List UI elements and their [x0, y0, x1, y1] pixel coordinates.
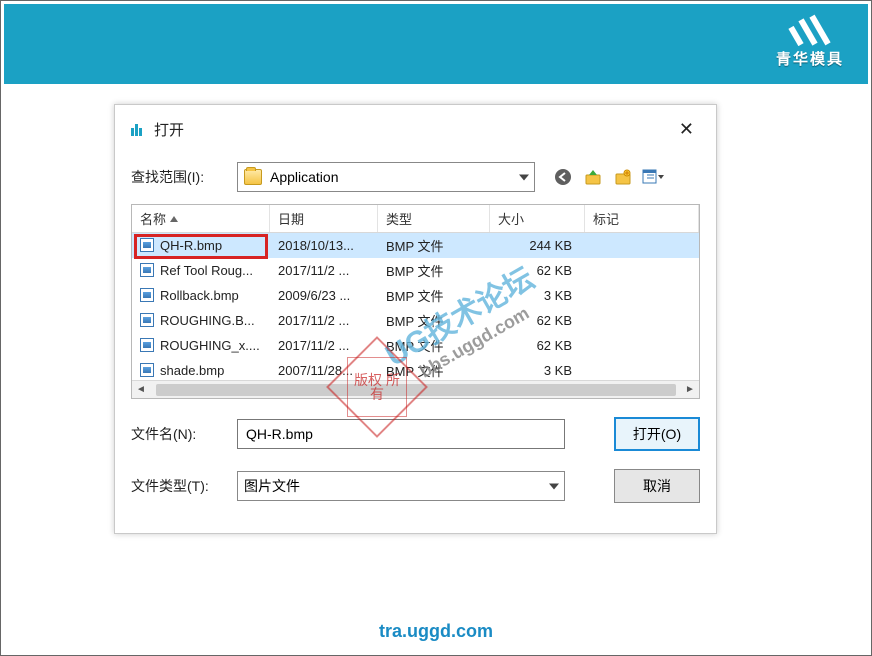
- app-icon: [131, 124, 145, 136]
- listview-header: 名称 日期 类型 大小 标记: [132, 205, 699, 233]
- footer-link: tra.uggd.com: [1, 621, 871, 642]
- file-row[interactable]: Ref Tool Roug... 2017/11/2 ... BMP 文件 62…: [132, 258, 699, 283]
- file-icon: [140, 363, 154, 377]
- filetype-label: 文件类型(T):: [131, 476, 223, 496]
- sort-asc-icon: [170, 216, 178, 222]
- chevron-down-icon: [547, 480, 560, 493]
- filetype-value: 图片文件: [244, 476, 300, 496]
- col-date[interactable]: 日期: [270, 205, 378, 232]
- file-icon: [140, 313, 154, 327]
- col-name[interactable]: 名称: [132, 205, 270, 232]
- file-icon: [140, 263, 154, 277]
- horizontal-scrollbar[interactable]: ◄ ►: [132, 380, 699, 398]
- lookin-value: Application: [270, 169, 339, 185]
- close-button[interactable]: ✕: [673, 117, 700, 142]
- nav-up-button[interactable]: [581, 165, 605, 189]
- file-row[interactable]: shade.bmp 2007/11/28... BMP 文件 3 KB: [132, 358, 699, 380]
- lookin-combo[interactable]: Application: [237, 162, 535, 192]
- file-icon: [140, 238, 154, 252]
- dialog-titlebar: 打开 ✕: [131, 117, 700, 152]
- cancel-button[interactable]: 取消: [614, 469, 700, 503]
- nav-viewmenu-button[interactable]: [641, 165, 665, 189]
- file-icon: [140, 338, 154, 352]
- col-type[interactable]: 类型: [378, 205, 490, 232]
- nav-newfolder-button[interactable]: [611, 165, 635, 189]
- file-icon: [140, 288, 154, 302]
- scroll-right-icon[interactable]: ►: [683, 383, 697, 397]
- nav-toolbar: [551, 165, 665, 189]
- lookin-row: 查找范围(I): Application: [131, 162, 700, 192]
- col-size[interactable]: 大小: [490, 205, 585, 232]
- file-row[interactable]: ROUGHING_x.... 2017/11/2 ... BMP 文件 62 K…: [132, 333, 699, 358]
- logo-icon: [787, 14, 833, 46]
- file-row[interactable]: QH-R.bmp 2018/10/13... BMP 文件 244 KB: [132, 233, 699, 258]
- file-row[interactable]: ROUGHING.B... 2017/11/2 ... BMP 文件 62 KB: [132, 308, 699, 333]
- filetype-combo[interactable]: 图片文件: [237, 471, 565, 501]
- open-button[interactable]: 打开(O): [614, 417, 700, 451]
- filename-label: 文件名(N):: [131, 424, 223, 444]
- listview-body[interactable]: QH-R.bmp 2018/10/13... BMP 文件 244 KB Ref…: [132, 233, 699, 380]
- file-listview: 名称 日期 类型 大小 标记 QH-R.bmp 2018/10/13... BM…: [131, 204, 700, 399]
- brand-text: 青华模具: [776, 48, 844, 69]
- banner-logo: 青华模具: [776, 14, 844, 69]
- file-row[interactable]: Rollback.bmp 2009/6/23 ... BMP 文件 3 KB: [132, 283, 699, 308]
- folder-icon: [244, 169, 262, 185]
- lookin-label: 查找范围(I):: [131, 167, 229, 187]
- page-container: 青华模具 打开 ✕ 查找范围(I): Application: [0, 0, 872, 656]
- chevron-down-icon: [517, 171, 530, 184]
- nav-back-button[interactable]: [551, 165, 575, 189]
- filename-input[interactable]: [237, 419, 565, 449]
- scroll-thumb[interactable]: [156, 384, 676, 396]
- open-file-dialog: 打开 ✕ 查找范围(I): Application: [114, 104, 717, 534]
- top-banner: 青华模具: [4, 4, 868, 84]
- scroll-left-icon[interactable]: ◄: [134, 383, 148, 397]
- form-area: 文件名(N): 打开(O) 文件类型(T): 图片文件 取消: [131, 417, 700, 503]
- col-tag[interactable]: 标记: [585, 205, 699, 232]
- dialog-title: 打开: [154, 119, 184, 140]
